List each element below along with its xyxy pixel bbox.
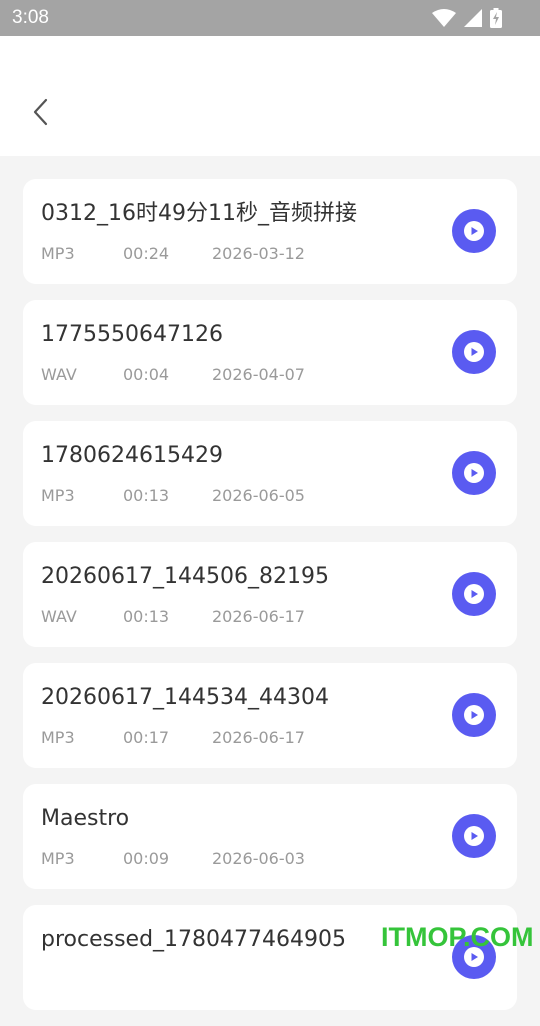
play-icon <box>464 584 484 604</box>
audio-name: 1775550647126 <box>41 322 223 347</box>
back-button[interactable] <box>24 96 56 132</box>
audio-date: 2026-06-17 <box>212 728 305 747</box>
status-icons <box>432 8 502 28</box>
audio-list-item[interactable]: Maestro MP3 00:09 2026-06-03 <box>23 784 517 889</box>
play-icon <box>464 221 484 241</box>
play-button[interactable] <box>452 209 496 253</box>
audio-name: 20260617_144506_82195 <box>41 564 329 589</box>
audio-list: 0312_16时49分11秒_音频拼接 MP3 00:24 2026-03-12… <box>23 179 517 1026</box>
audio-format: MP3 <box>41 849 75 868</box>
audio-format: WAV <box>41 607 77 626</box>
audio-duration: 00:24 <box>123 244 170 263</box>
audio-list-item[interactable]: 1780624615429 MP3 00:13 2026-06-05 <box>23 421 517 526</box>
audio-list-item[interactable]: 0312_16时49分11秒_音频拼接 MP3 00:24 2026-03-12 <box>23 179 517 284</box>
play-button[interactable] <box>452 330 496 374</box>
status-bar: 3:08 <box>0 0 540 36</box>
battery-charging-icon <box>490 8 502 28</box>
audio-name: 1780624615429 <box>41 443 223 468</box>
status-time: 3:08 <box>12 7 49 28</box>
audio-name: 20260617_144534_44304 <box>41 685 329 710</box>
play-icon <box>464 705 484 725</box>
play-button[interactable] <box>452 693 496 737</box>
audio-list-item[interactable]: 1775550647126 WAV 00:04 2026-04-07 <box>23 300 517 405</box>
play-icon <box>464 342 484 362</box>
audio-name: Maestro <box>41 806 130 831</box>
chevron-left-icon <box>32 98 48 130</box>
audio-format: MP3 <box>41 244 75 263</box>
audio-list-item[interactable]: 20260617_144506_82195 WAV 00:13 2026-06-… <box>23 542 517 647</box>
cell-signal-icon <box>464 9 482 27</box>
play-icon <box>464 463 484 483</box>
header <box>0 36 540 156</box>
audio-format: MP3 <box>41 486 75 505</box>
audio-duration: 00:04 <box>123 365 170 384</box>
audio-list-item[interactable]: 20260617_144534_44304 MP3 00:17 2026-06-… <box>23 663 517 768</box>
play-icon <box>464 826 484 846</box>
play-button[interactable] <box>452 572 496 616</box>
audio-date: 2026-06-03 <box>212 849 305 868</box>
audio-date: 2026-06-17 <box>212 607 305 626</box>
audio-date: 2026-03-12 <box>212 244 305 263</box>
audio-duration: 00:13 <box>123 607 170 626</box>
watermark-logo: ITMOP.COM <box>381 922 534 952</box>
audio-date: 2026-06-05 <box>212 486 305 505</box>
audio-name: processed_1780477464905 <box>41 927 347 952</box>
play-button[interactable] <box>452 814 496 858</box>
audio-date: 2026-04-07 <box>212 365 305 384</box>
audio-format: WAV <box>41 365 77 384</box>
audio-duration: 00:09 <box>123 849 170 868</box>
play-button[interactable] <box>452 451 496 495</box>
wifi-icon <box>432 9 456 27</box>
audio-name: 0312_16时49分11秒_音频拼接 <box>41 201 357 226</box>
audio-format: MP3 <box>41 728 75 747</box>
audio-duration: 00:13 <box>123 486 170 505</box>
audio-duration: 00:17 <box>123 728 170 747</box>
